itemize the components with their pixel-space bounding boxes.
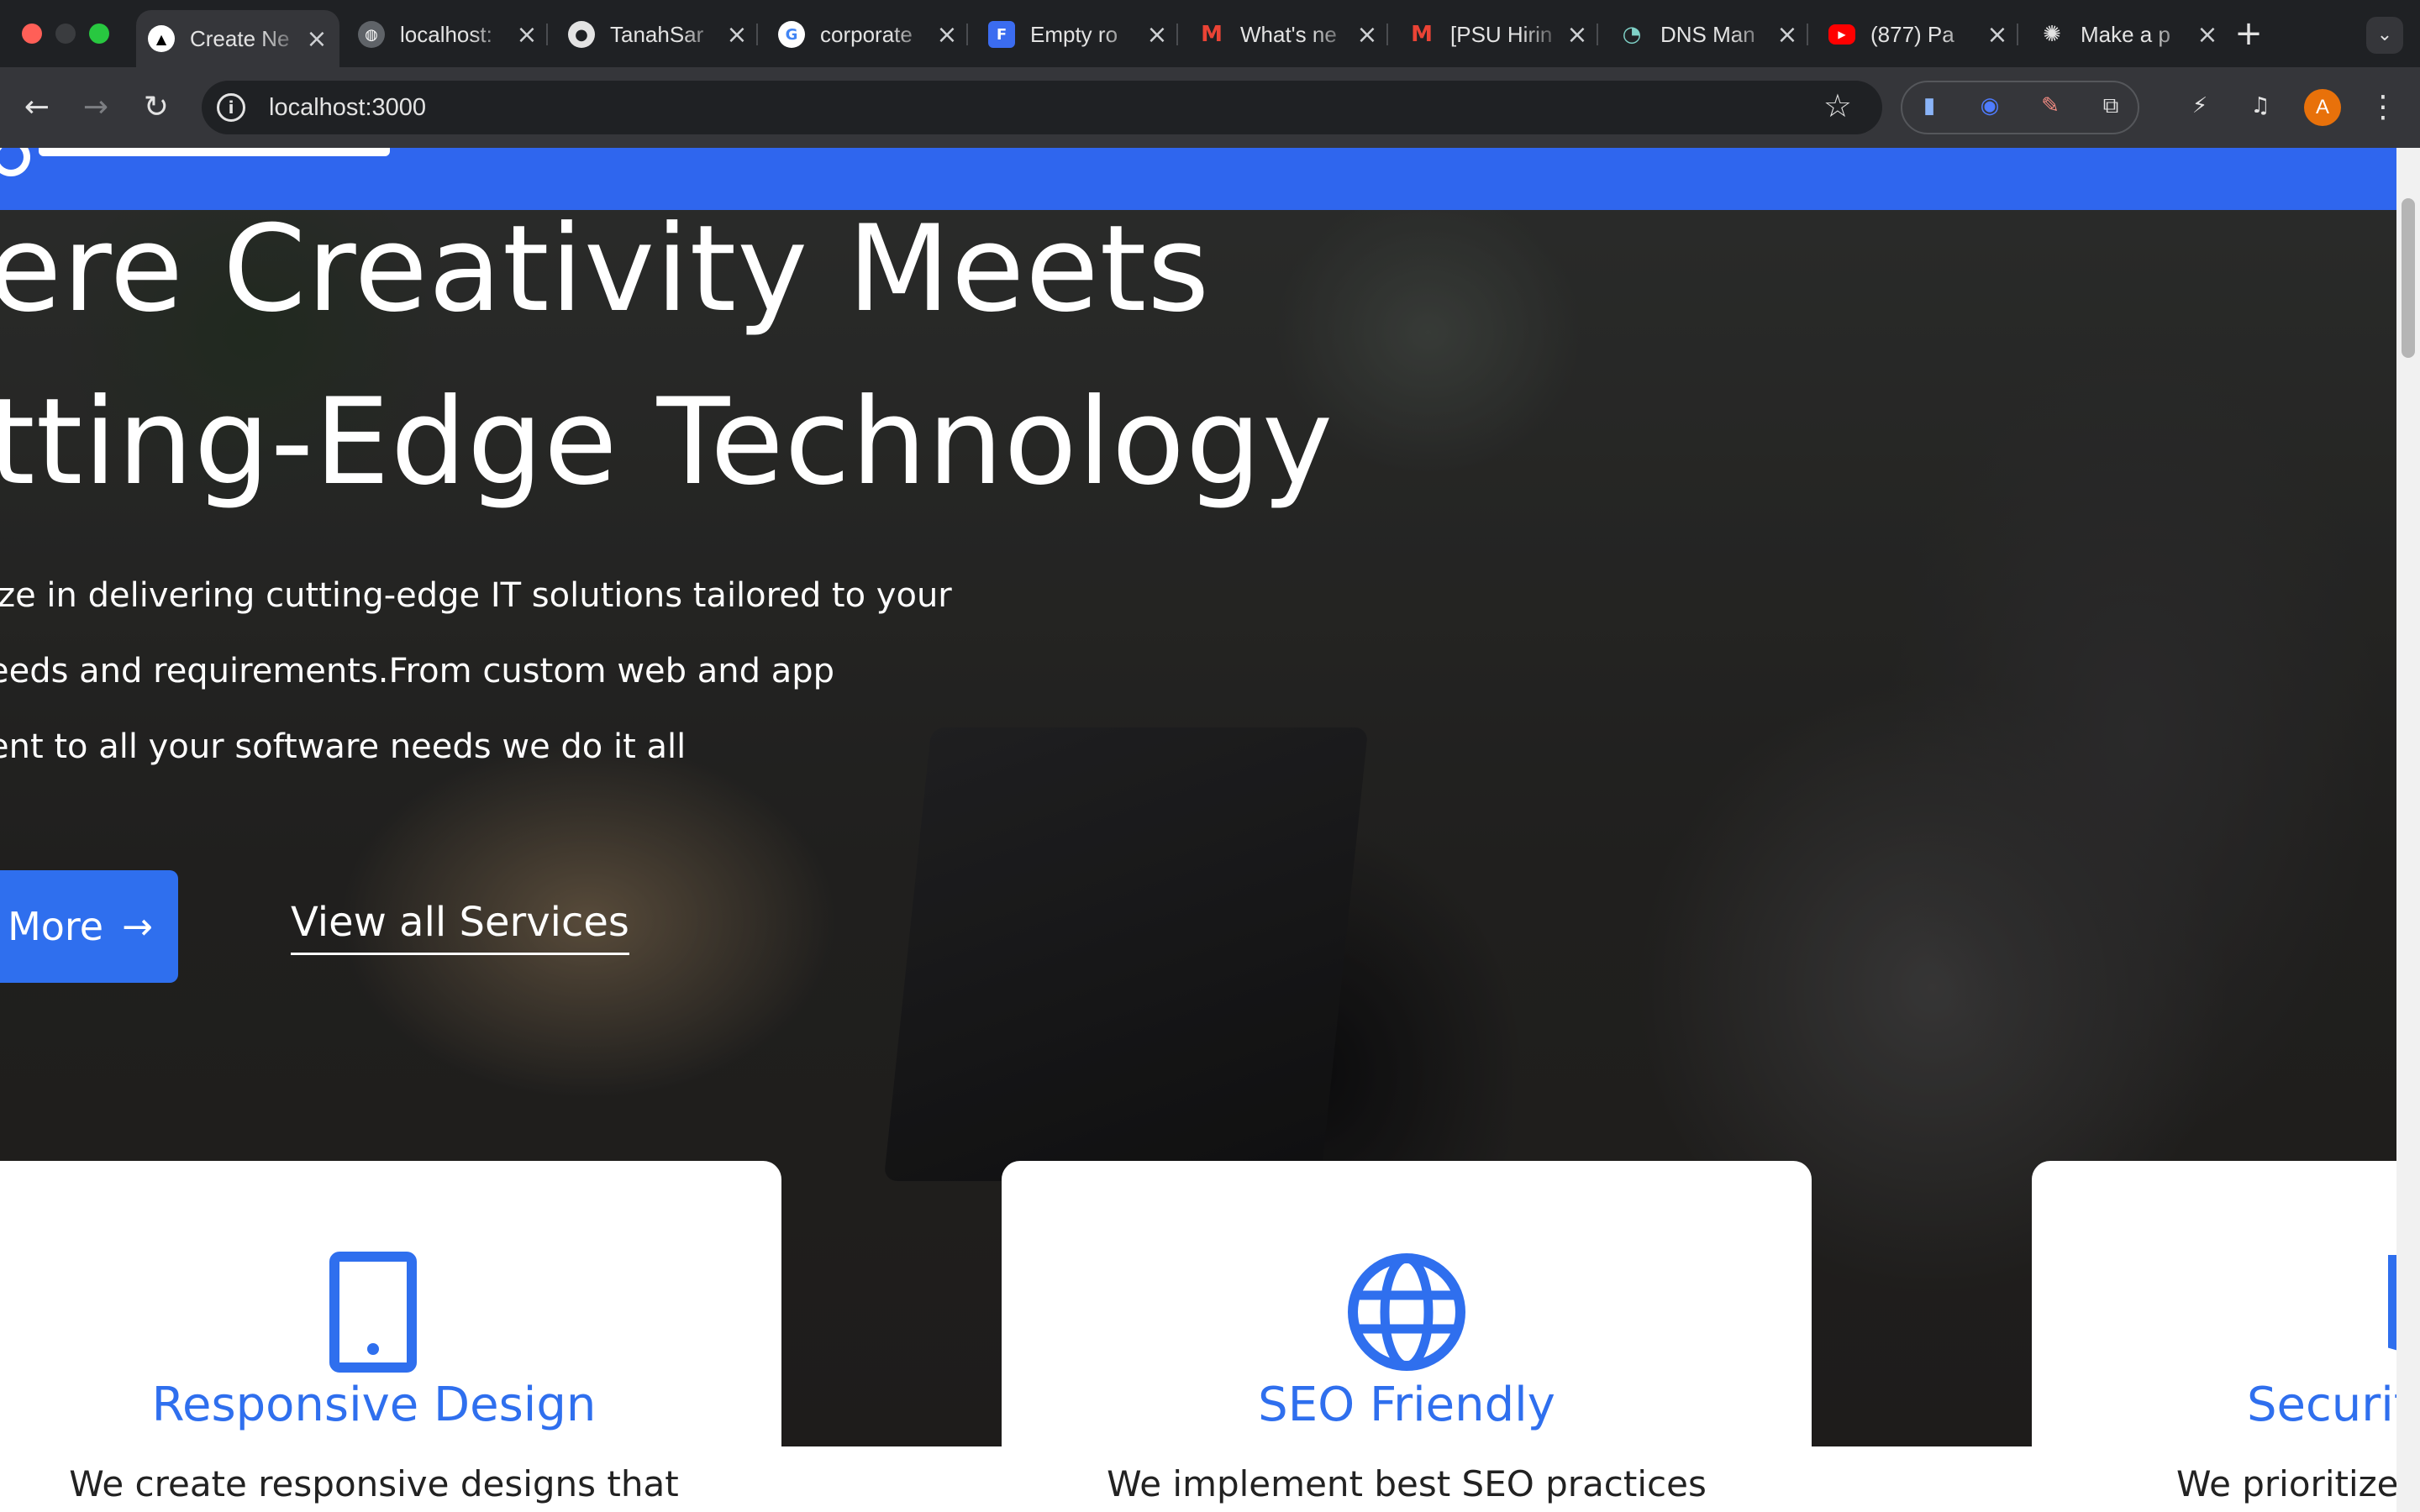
learn-more-label: More [8, 904, 104, 949]
tab-title: Create Ne [190, 25, 290, 51]
hero-headline-line1: ere Creativity Meets [0, 200, 1211, 339]
site-logo[interactable] [39, 148, 390, 156]
doc-icon: F [988, 21, 1015, 48]
reload-icon[interactable]: ↻ [134, 86, 178, 129]
tab-separator [2017, 24, 2018, 45]
view-all-services-link[interactable]: View all Services [291, 899, 629, 955]
browser-tab[interactable]: ✺ Make a p × [2027, 10, 2230, 59]
tab-title: TanahSar [610, 21, 704, 47]
tab-title: [PSU Hirin [1450, 21, 1553, 47]
learn-more-button[interactable]: More → [0, 870, 178, 983]
tab-separator [546, 24, 548, 45]
browser-tab[interactable]: ▲ Create Ne × [136, 10, 339, 67]
tab-search-icon[interactable]: ⌄ [2366, 17, 2403, 54]
forward-arrow-icon[interactable]: → [74, 86, 118, 129]
triangle-logo-icon: ▲ [148, 25, 175, 52]
close-tab-icon[interactable]: × [2196, 20, 2218, 50]
browser-tab[interactable]: ◍ localhost: × [346, 10, 550, 59]
browser-tab[interactable]: ● TanahSar × [556, 10, 760, 59]
card-description: We implement best SEO practices [1107, 1463, 1707, 1504]
tab-separator [1176, 24, 1178, 45]
card-title: Responsive Design [151, 1378, 597, 1432]
media-controls-icon[interactable]: ♫ [2242, 87, 2279, 124]
close-window-button[interactable] [22, 24, 42, 44]
performance-icon[interactable]: ⚡ [2181, 87, 2218, 124]
card-title: SEO Friendly [1258, 1378, 1555, 1432]
address-bar[interactable]: i localhost:3000 ☆ [202, 81, 1882, 134]
url-text[interactable]: localhost:3000 [269, 94, 426, 122]
tab-separator [1807, 24, 1808, 45]
card-description: We create responsive designs that [69, 1463, 679, 1504]
browser-tab[interactable]: M [PSU Hirin × [1397, 10, 1600, 59]
card-description: We prioritize [2176, 1463, 2396, 1504]
close-tab-icon[interactable]: × [1146, 20, 1168, 50]
close-tab-icon[interactable]: × [306, 24, 328, 54]
tab-title: corporate [820, 21, 913, 47]
hero-headline-line2: tting-Edge Technology [0, 373, 1334, 512]
gmail-icon: M [1411, 22, 1433, 47]
tab-title: What's ne [1240, 21, 1337, 47]
docs-extension-icon[interactable]: ▮ [1911, 87, 1948, 124]
feature-card: Securit We prioritize [2032, 1161, 2396, 1512]
browser-tab[interactable]: ▶ (877) Pa × [1817, 10, 2020, 59]
browser-tab[interactable]: F Empty ro × [976, 10, 1180, 59]
close-tab-icon[interactable]: × [936, 20, 958, 50]
page-viewport: ere Creativity Meets tting-Edge Technolo… [0, 148, 2396, 1512]
browser-tab[interactable]: ◔ DNS Man × [1607, 10, 1810, 59]
tab-title: (877) Pa [1870, 21, 1954, 47]
extensions-puzzle-icon[interactable]: ⧉ [2092, 87, 2129, 124]
tablet-icon [329, 1252, 417, 1373]
tab-separator [1597, 24, 1598, 45]
tab-title: localhost: [400, 21, 492, 47]
card-title: Securit [2247, 1378, 2396, 1432]
globe-icon [1348, 1253, 1465, 1371]
arrow-right-icon: → [122, 905, 153, 948]
tab-title: DNS Man [1660, 21, 1755, 47]
browser-tab[interactable]: M What's ne × [1186, 10, 1390, 59]
tab-separator [756, 24, 758, 45]
close-tab-icon[interactable]: × [1566, 20, 1588, 50]
youtube-icon: ▶ [1828, 24, 1855, 45]
scrollbar-thumb[interactable] [2402, 198, 2415, 358]
close-tab-icon[interactable]: × [1776, 20, 1798, 50]
tab-title: Make a p [2081, 21, 2170, 47]
close-tab-icon[interactable]: × [1986, 20, 2008, 50]
github-icon: ● [568, 21, 595, 48]
browser-menu-icon[interactable]: ⋮ [2368, 87, 2398, 128]
shield-icon [2388, 1255, 2396, 1351]
chat-extension-icon[interactable]: ◉ [1971, 87, 2008, 124]
close-tab-icon[interactable]: × [516, 20, 538, 50]
bookmark-star-icon[interactable]: ☆ [1823, 87, 1852, 124]
new-tab-button[interactable]: + [2232, 13, 2265, 54]
back-arrow-icon[interactable]: ← [15, 86, 59, 129]
tab-title: Empty ro [1030, 21, 1118, 47]
globe-icon: ◍ [358, 21, 385, 48]
gmail-icon: M [1201, 22, 1223, 47]
close-tab-icon[interactable]: × [1356, 20, 1378, 50]
feature-card: Responsive Design We create responsive d… [0, 1161, 781, 1512]
hero-lead-line2: eeds and requirements.From custom web an… [0, 652, 835, 690]
color-picker-icon[interactable]: ✎ [2032, 87, 2069, 124]
google-icon: G [778, 21, 805, 48]
dns-icon: ◔ [1622, 22, 1642, 47]
hero-lead-line1: ize in delivering cutting-edge IT soluti… [0, 576, 952, 615]
page-scrollbar[interactable] [2396, 148, 2420, 1512]
hero-lead-line3: ent to all your software needs we do it … [0, 727, 687, 766]
site-info-icon[interactable]: i [217, 93, 245, 122]
browser-tab-strip: ▲ Create Ne × ◍ localhost: × ● TanahSar … [0, 0, 2420, 67]
browser-tab[interactable]: G corporate × [766, 10, 970, 59]
feature-card: SEO Friendly We implement best SEO pract… [1002, 1161, 1812, 1512]
close-tab-icon[interactable]: × [726, 20, 748, 50]
tab-separator [1386, 24, 1388, 45]
openai-icon: ✺ [2043, 22, 2061, 47]
site-logo-icon[interactable] [0, 148, 30, 176]
tab-separator [966, 24, 968, 45]
profile-avatar[interactable]: A [2304, 89, 2341, 126]
minimize-window-button[interactable] [55, 24, 76, 44]
maximize-window-button[interactable] [89, 24, 109, 44]
